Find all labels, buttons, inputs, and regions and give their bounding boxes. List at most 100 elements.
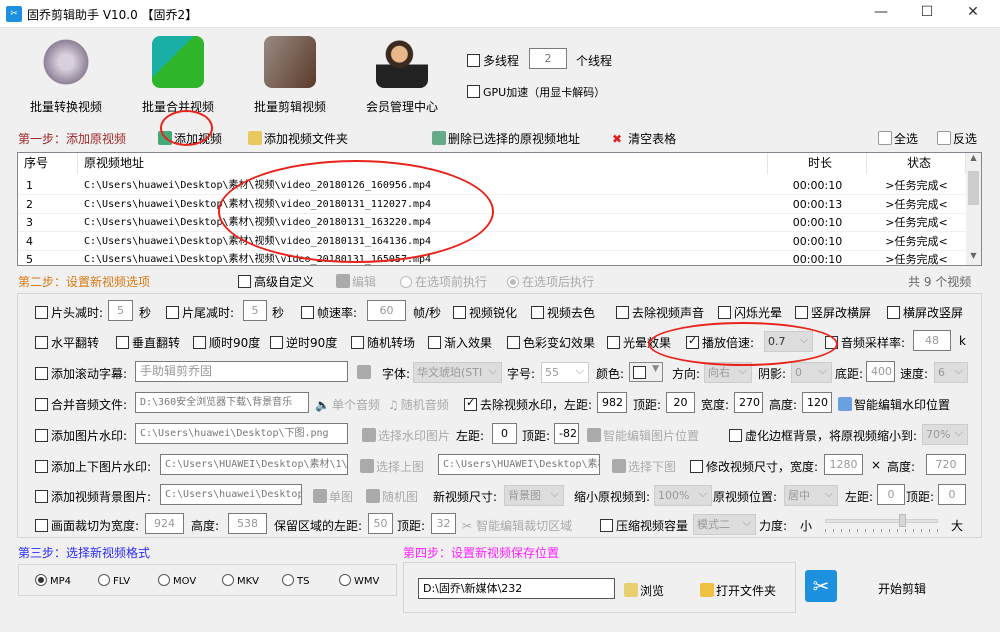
wm-top-input[interactable]: 20 <box>666 392 695 413</box>
scissors-icon[interactable]: ✂ <box>805 570 837 602</box>
single-image-button[interactable]: 单图 <box>313 488 353 505</box>
top-bottom-watermark-checkbox[interactable]: 添加上下图片水印: <box>35 458 151 475</box>
smart-wm-button[interactable]: 智能编辑水印位置 <box>838 396 950 413</box>
random-image-button[interactable]: 随机图 <box>366 488 418 505</box>
add-folder-button[interactable]: 添加视频文件夹 <box>248 130 348 147</box>
crop-checkbox[interactable]: 画面裁切为宽度: <box>35 517 139 534</box>
background-image-checkbox[interactable]: 添加视频背景图片: <box>35 488 151 505</box>
size-select[interactable]: 55 <box>541 362 589 383</box>
table-row[interactable]: 3 C:\Users\huawei\Desktop\素材\视频\video_20… <box>18 214 966 232</box>
remove-watermark-checkbox[interactable]: 去除视频水印，左距: <box>464 396 592 413</box>
bg-left-input[interactable]: 0 <box>877 484 905 505</box>
table-row[interactable]: 5 C:\Users\huawei\Desktop\素材\视频\video_20… <box>18 251 966 269</box>
crop-top-input[interactable]: 32 <box>431 513 456 534</box>
audio-path-input[interactable]: D:\360安全浏览器下载\背景音乐 <box>135 392 309 413</box>
table-row[interactable]: 4 C:\Users\huawei\Desktop\素材\视频\video_20… <box>18 233 966 251</box>
bottom-image-path[interactable]: C:\Users\HUAWEI\Desktop\素材 <box>438 454 600 475</box>
single-audio-button[interactable]: 🔈 单个音频 <box>315 396 380 413</box>
batch-merge-button[interactable]: 批量合并视频 <box>128 36 228 115</box>
run-before-radio[interactable]: 在选项前执行 <box>400 273 487 290</box>
scroll-text-input[interactable]: 手助辑剪乔固 <box>135 361 348 382</box>
cw90-checkbox[interactable]: 顺时90度 <box>193 334 260 351</box>
speed-checkbox[interactable]: 播放倍速: <box>686 334 754 351</box>
blur-border-checkbox[interactable]: 虚化边框背景，将原视频缩小到: <box>729 427 917 444</box>
color-fx-checkbox[interactable]: 色彩变幻效果 <box>507 334 595 351</box>
close-button[interactable]: ✕ <box>958 4 988 20</box>
flash-checkbox[interactable]: 闪烁光晕 <box>718 304 782 321</box>
gpu-checkbox[interactable]: GPU加速（用显卡解码） <box>467 84 605 100</box>
advanced-checkbox[interactable]: 高级自定义 <box>238 273 314 290</box>
speed-select[interactable]: 0.7 <box>764 331 813 352</box>
crop-height-input[interactable]: 538 <box>228 513 267 534</box>
slider-thumb[interactable] <box>899 514 907 527</box>
img-left-input[interactable]: 0 <box>492 423 517 444</box>
add-video-button[interactable]: 添加视频 <box>158 130 222 147</box>
crop-left-input[interactable]: 50 <box>368 513 393 534</box>
table-scrollbar[interactable]: ▲ ▼ <box>966 153 981 265</box>
edit-button[interactable]: 编辑 <box>336 273 376 290</box>
compress-checkbox[interactable]: 压缩视频容量 <box>600 517 688 534</box>
wm-width-input[interactable]: 270 <box>734 392 763 413</box>
ccw90-checkbox[interactable]: 逆时90度 <box>270 334 337 351</box>
tail-cut-input[interactable]: 5 <box>243 300 267 321</box>
format-radio-mkv[interactable]: MKV <box>222 574 259 587</box>
merge-audio-checkbox[interactable]: 合并音频文件: <box>35 396 127 413</box>
minimize-button[interactable]: — <box>866 4 896 20</box>
browse-button[interactable]: 浏览 <box>624 582 664 599</box>
run-after-radio[interactable]: 在选项后执行 <box>507 273 594 290</box>
resize-width-input[interactable]: 1280 <box>824 454 863 475</box>
hflip-checkbox[interactable]: 水平翻转 <box>35 334 99 351</box>
halo-checkbox[interactable]: 光晕效果 <box>607 334 671 351</box>
font-select[interactable]: 华文琥珀(STI <box>413 362 502 383</box>
wm-height-input[interactable]: 120 <box>802 392 832 413</box>
head-cut-input[interactable]: 5 <box>108 300 133 321</box>
delete-selected-button[interactable]: 删除已选择的原视频地址 <box>432 130 580 147</box>
video-table[interactable]: 序号 原视频地址 时长 状态 1 C:\Users\huawei\Desktop… <box>17 152 982 269</box>
random-transition-checkbox[interactable]: 随机转场 <box>351 334 415 351</box>
table-row[interactable]: 1 C:\Users\huawei\Desktop\素材\视频\video_20… <box>18 177 966 195</box>
col-header-no[interactable]: 序号 <box>18 153 78 174</box>
smart-image-pos-button[interactable]: 智能编辑图片位置 <box>587 427 699 444</box>
color-picker[interactable]: ▼ <box>629 362 663 382</box>
multithread-checkbox[interactable]: 多线程 <box>467 52 519 69</box>
resize-checkbox[interactable]: 修改视频尺寸，宽度: <box>690 458 818 475</box>
shadow-select[interactable]: 0 <box>791 362 832 383</box>
choose-top-button[interactable]: 选择上图 <box>360 458 424 475</box>
scroll-text-checkbox[interactable]: 添加滚动字幕: <box>35 365 127 382</box>
shrink-select[interactable]: 100% <box>654 485 712 506</box>
smart-crop-button[interactable]: ✂ 智能编辑裁切区域 <box>462 517 572 534</box>
fadein-checkbox[interactable]: 渐入效果 <box>428 334 492 351</box>
col-header-status[interactable]: 状态 <box>867 153 966 174</box>
fps-input[interactable]: 60 <box>367 300 406 321</box>
table-row[interactable]: 2 C:\Users\huawei\Desktop\素材\视频\video_20… <box>18 196 966 214</box>
crop-width-input[interactable]: 924 <box>145 513 184 534</box>
choose-watermark-button[interactable]: 选择水印图片 <box>362 427 450 444</box>
choose-bottom-button[interactable]: 选择下图 <box>612 458 676 475</box>
start-edit-button[interactable]: 开始剪辑 <box>878 580 926 597</box>
new-size-select[interactable]: 背景图 <box>504 485 564 506</box>
v2h-checkbox[interactable]: 竖屏改横屏 <box>795 304 871 321</box>
position-select[interactable]: 居中 <box>784 485 838 506</box>
maximize-button[interactable]: ☐ <box>912 4 942 20</box>
image-watermark-checkbox[interactable]: 添加图片水印: <box>35 427 127 444</box>
background-path[interactable]: C:\Users\huawei\Desktop\ <box>160 484 302 505</box>
force-slider[interactable] <box>825 513 938 533</box>
batch-convert-button[interactable]: 批量转换视频 <box>16 36 116 115</box>
tail-cut-checkbox[interactable]: 片尾减时: <box>166 304 234 321</box>
format-radio-wmv[interactable]: WMV <box>339 574 379 587</box>
batch-edit-button[interactable]: 批量剪辑视频 <box>240 36 340 115</box>
save-path-input[interactable]: D:\固乔\新媒体\232 <box>418 578 615 599</box>
sample-rate-checkbox[interactable]: 音频采样率: <box>825 334 905 351</box>
head-cut-checkbox[interactable]: 片头减时: <box>35 304 103 321</box>
sharpen-checkbox[interactable]: 视频锐化 <box>453 304 517 321</box>
image-watermark-path[interactable]: C:\Users\huawei\Desktop\下图.png <box>135 423 348 444</box>
text-style-icon[interactable] <box>357 365 371 379</box>
format-radio-mov[interactable]: MOV <box>158 574 196 587</box>
decolor-checkbox[interactable]: 视频去色 <box>531 304 595 321</box>
member-center-button[interactable]: 会员管理中心 <box>352 36 452 115</box>
bg-top-input[interactable]: 0 <box>938 484 966 505</box>
h2v-checkbox[interactable]: 横屏改竖屏 <box>887 304 963 321</box>
col-header-path[interactable]: 原视频地址 <box>78 153 768 174</box>
bottom-input[interactable]: 400 <box>866 361 895 382</box>
blur-scale-select[interactable]: 70% <box>922 424 968 445</box>
